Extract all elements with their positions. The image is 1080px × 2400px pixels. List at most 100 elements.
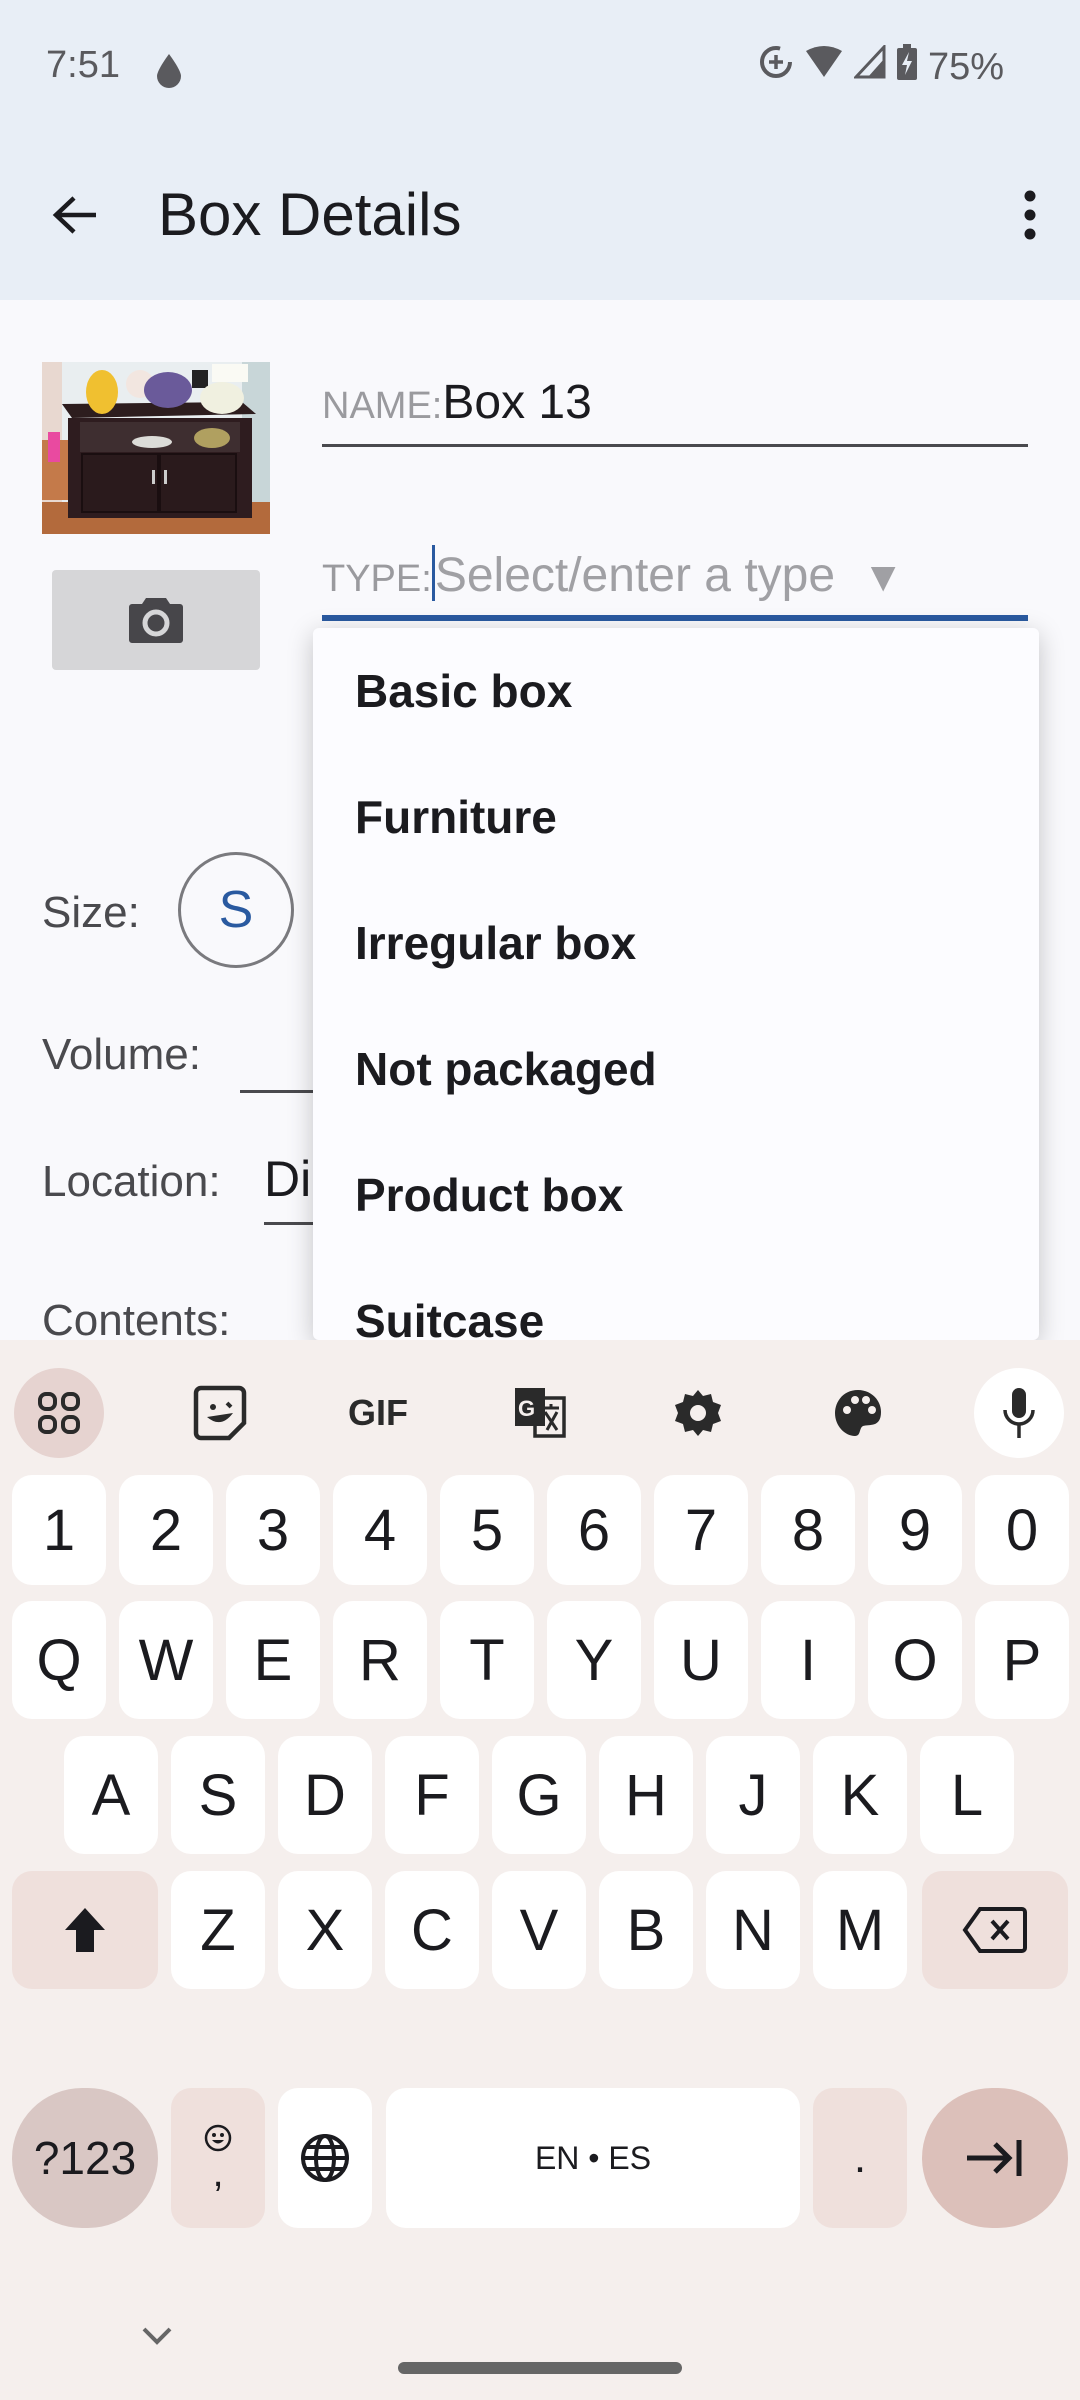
back-button[interactable] (40, 180, 110, 250)
key-2[interactable]: 2 (119, 1475, 213, 1585)
key-d[interactable]: D (278, 1736, 372, 1854)
camera-icon (129, 598, 183, 643)
language-key[interactable] (278, 2088, 372, 2228)
key-r[interactable]: R (333, 1601, 427, 1719)
shift-key[interactable] (12, 1871, 158, 1989)
key-0[interactable]: 0 (975, 1475, 1069, 1585)
key-q[interactable]: Q (12, 1601, 106, 1719)
type-label: TYPE: (322, 558, 432, 600)
mic-icon (1003, 1388, 1035, 1438)
theme-button[interactable] (818, 1373, 898, 1453)
key-p[interactable]: P (975, 1601, 1069, 1719)
space-bar[interactable]: EN • ES (386, 2088, 800, 2228)
key-l[interactable]: L (920, 1736, 1014, 1854)
dropdown-arrow-icon[interactable]: ▼ (862, 553, 904, 600)
svg-text:G: G (518, 1396, 535, 1421)
apps-grid-icon (38, 1392, 80, 1434)
size-option-s[interactable]: S (178, 852, 294, 968)
key-b[interactable]: B (599, 1871, 693, 1989)
key-e[interactable]: E (226, 1601, 320, 1719)
voice-input-button[interactable] (974, 1368, 1064, 1458)
key-g[interactable]: G (492, 1736, 586, 1854)
key-k[interactable]: K (813, 1736, 907, 1854)
key-c[interactable]: C (385, 1871, 479, 1989)
status-bar: 7:51 75% (0, 40, 1080, 90)
key-o[interactable]: O (868, 1601, 962, 1719)
key-v[interactable]: V (492, 1871, 586, 1989)
location-label: Location: (42, 1157, 221, 1206)
name-value: Box 13 (442, 376, 592, 429)
dropdown-option[interactable]: Furniture (313, 754, 1039, 880)
key-f[interactable]: F (385, 1736, 479, 1854)
key-4[interactable]: 4 (333, 1475, 427, 1585)
more-options-button[interactable] (1000, 180, 1060, 250)
battery-charging-icon (896, 44, 918, 90)
translate-button[interactable]: G (500, 1373, 580, 1453)
sticker-button[interactable] (180, 1373, 260, 1453)
palette-icon (835, 1390, 881, 1436)
home-gesture-bar[interactable] (398, 2362, 682, 2374)
contents-label: Contents: (42, 1296, 231, 1345)
key-z[interactable]: Z (171, 1871, 265, 1989)
take-photo-button[interactable] (52, 570, 260, 670)
hide-keyboard-button[interactable] (140, 2325, 174, 2352)
key-m[interactable]: M (813, 1871, 907, 1989)
emoji-comma-key[interactable]: , (171, 2088, 265, 2228)
type-field[interactable]: TYPE:Select/enter a type ▼ (322, 545, 1028, 621)
comma-label: , (212, 2151, 224, 2195)
next-field-key[interactable] (922, 2088, 1068, 2228)
settings-button[interactable] (658, 1373, 738, 1453)
type-placeholder: Select/enter a type (434, 549, 836, 602)
key-5[interactable]: 5 (440, 1475, 534, 1585)
name-field[interactable]: NAME:Box 13 (322, 375, 1028, 447)
dropdown-option[interactable]: Suitcase (313, 1258, 1039, 1340)
key-9[interactable]: 9 (868, 1475, 962, 1585)
key-u[interactable]: U (654, 1601, 748, 1719)
backspace-key[interactable] (922, 1871, 1068, 1989)
key-8[interactable]: 8 (761, 1475, 855, 1585)
apps-grid-button[interactable] (14, 1368, 104, 1458)
symbols-key[interactable]: ?123 (12, 2088, 158, 2228)
data-saver-icon (758, 44, 794, 90)
key-i[interactable]: I (761, 1601, 855, 1719)
key-3[interactable]: 3 (226, 1475, 320, 1585)
key-y[interactable]: Y (547, 1601, 641, 1719)
drop-icon (155, 52, 183, 98)
key-h[interactable]: H (599, 1736, 693, 1854)
furniture-photo (42, 362, 270, 534)
dropdown-option[interactable]: Product box (313, 1132, 1039, 1258)
key-w[interactable]: W (119, 1601, 213, 1719)
period-key[interactable]: . (813, 2088, 907, 2228)
key-n[interactable]: N (706, 1871, 800, 1989)
key-j[interactable]: J (706, 1736, 800, 1854)
size-label: Size: (42, 888, 140, 937)
translate-icon: G (515, 1388, 566, 1438)
top-bar: 7:51 75% Box Details (0, 0, 1080, 300)
volume-label: Volume: (42, 1030, 201, 1079)
battery-percent: 75% (927, 45, 1004, 88)
box-photo[interactable] (42, 362, 270, 534)
settings-icon (675, 1390, 721, 1436)
status-icons: 75% (758, 43, 1004, 90)
location-value[interactable]: Di (264, 1150, 311, 1208)
more-vert-icon (1024, 190, 1036, 240)
emoji-icon (204, 2124, 232, 2152)
type-dropdown-menu: Basic box Furniture Irregular box Not pa… (313, 628, 1039, 1340)
gif-button[interactable]: GIF (338, 1373, 418, 1453)
dropdown-option[interactable]: Irregular box (313, 880, 1039, 1006)
keyboard-toolbar: GIF G (0, 1340, 1080, 1460)
dropdown-option[interactable]: Not packaged (313, 1006, 1039, 1132)
sticker-icon (193, 1385, 247, 1441)
app-bar: Box Details (0, 160, 1080, 280)
key-1[interactable]: 1 (12, 1475, 106, 1585)
key-t[interactable]: T (440, 1601, 534, 1719)
tab-arrow-icon (967, 2140, 1022, 2176)
soft-keyboard: GIF G 1 2 3 4 5 6 7 8 9 0 Q W E R T Y U … (0, 1340, 1080, 2400)
key-6[interactable]: 6 (547, 1475, 641, 1585)
dropdown-option[interactable]: Basic box (313, 628, 1039, 754)
key-a[interactable]: A (64, 1736, 158, 1854)
key-s[interactable]: S (171, 1736, 265, 1854)
key-7[interactable]: 7 (654, 1475, 748, 1585)
key-x[interactable]: X (278, 1871, 372, 1989)
globe-icon (301, 2134, 349, 2182)
